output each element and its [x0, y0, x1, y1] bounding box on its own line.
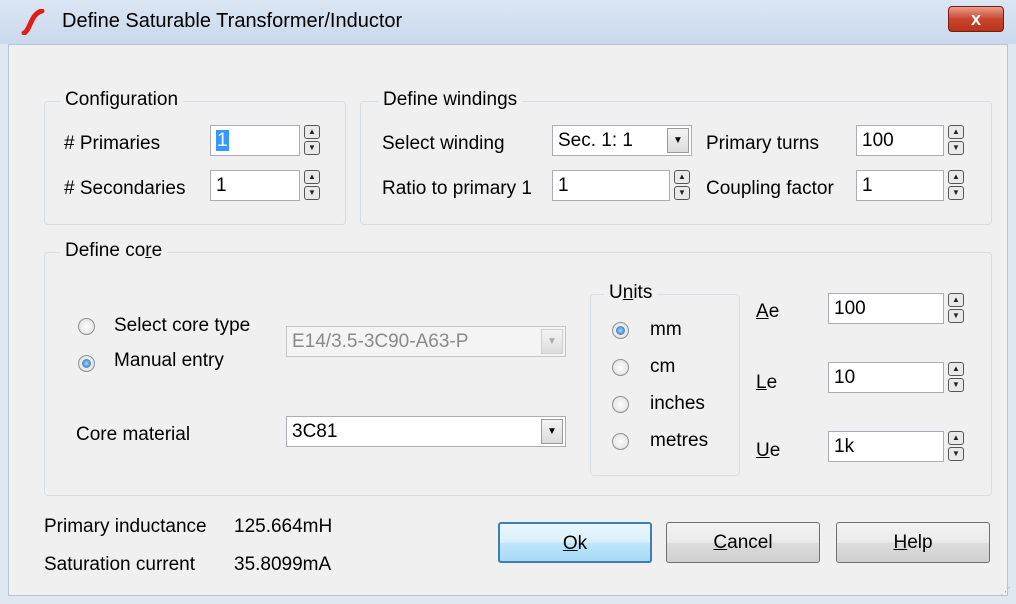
coupling-input[interactable]: 1: [856, 170, 944, 201]
spin-up-icon[interactable]: ▲: [948, 293, 964, 307]
ue-input[interactable]: 1k: [828, 431, 944, 462]
inductance-label: Primary inductance: [44, 516, 207, 537]
units-inches-label: inches: [650, 393, 705, 414]
core-material-label: Core material: [76, 424, 191, 445]
spin-down-icon[interactable]: ▼: [948, 447, 964, 461]
units-cm-radio[interactable]: [612, 359, 629, 376]
select-core-type-label: Select core type: [114, 315, 251, 336]
primary-turns-spinner[interactable]: ▲ ▼: [948, 125, 964, 155]
secondaries-label: # Secondaries: [64, 178, 186, 199]
title-bar[interactable]: Define Saturable Transformer/Inductor x: [0, 0, 1016, 44]
units-metres-label: metres: [650, 430, 709, 451]
resize-grip-icon[interactable]: ⋰: [1000, 585, 1011, 598]
chevron-down-icon[interactable]: ▼: [541, 419, 563, 444]
spin-down-icon[interactable]: ▼: [948, 378, 964, 392]
select-core-type-radio[interactable]: [78, 318, 95, 335]
window-title: Define Saturable Transformer/Inductor: [62, 10, 403, 32]
select-winding-value: Sec. 1: 1: [558, 130, 633, 151]
saturation-label: Saturation current: [44, 554, 196, 575]
close-button[interactable]: x: [948, 6, 1004, 32]
le-label: Le: [756, 372, 778, 393]
select-winding-dropdown[interactable]: Sec. 1: 1 ▼: [552, 125, 692, 156]
cancel-button[interactable]: Cancel: [666, 522, 820, 563]
configuration-group: [44, 101, 346, 225]
close-icon: x: [970, 9, 981, 29]
primary-turns-input[interactable]: 100: [856, 125, 944, 156]
manual-entry-label: Manual entry: [114, 350, 224, 371]
select-winding-label: Select winding: [382, 133, 505, 154]
spin-down-icon[interactable]: ▼: [304, 141, 320, 155]
saturation-value: 35.8099mA: [234, 554, 332, 575]
units-cm-label: cm: [650, 356, 676, 377]
simetrix-logo-icon: [21, 9, 45, 35]
core-type-dropdown: E14/3.5-3C90-A63-P ▼: [286, 326, 566, 357]
le-input[interactable]: 10: [828, 362, 944, 393]
ae-spinner[interactable]: ▲ ▼: [948, 293, 964, 323]
spin-down-icon[interactable]: ▼: [948, 141, 964, 155]
units-mm-label: mm: [650, 319, 682, 340]
spin-down-icon[interactable]: ▼: [674, 186, 690, 200]
spin-down-icon[interactable]: ▼: [304, 186, 320, 200]
chevron-down-icon[interactable]: ▼: [667, 128, 689, 153]
secondaries-input[interactable]: 1: [210, 170, 300, 201]
core-material-value: 3C81: [292, 421, 338, 442]
le-spinner[interactable]: ▲ ▼: [948, 362, 964, 392]
ae-input[interactable]: 100: [828, 293, 944, 324]
core-material-dropdown[interactable]: 3C81 ▼: [286, 416, 566, 447]
configuration-legend: Configuration: [60, 89, 184, 111]
units-mm-radio[interactable]: [612, 322, 629, 339]
units-inches-radio[interactable]: [612, 396, 629, 413]
help-button[interactable]: Help: [836, 522, 990, 563]
spin-down-icon[interactable]: ▼: [948, 186, 964, 200]
coupling-spinner[interactable]: ▲ ▼: [948, 170, 964, 200]
spin-up-icon[interactable]: ▲: [674, 170, 690, 184]
windings-group: [360, 101, 992, 225]
secondaries-spinner[interactable]: ▲ ▼: [304, 170, 320, 200]
manual-entry-radio[interactable]: [78, 355, 95, 372]
spin-up-icon[interactable]: ▲: [948, 431, 964, 445]
primaries-spinner[interactable]: ▲ ▼: [304, 125, 320, 155]
spin-up-icon[interactable]: ▲: [948, 170, 964, 184]
spin-up-icon[interactable]: ▲: [948, 125, 964, 139]
primaries-input[interactable]: 1: [210, 125, 300, 156]
ratio-label: Ratio to primary 1: [382, 178, 532, 199]
spin-up-icon[interactable]: ▲: [304, 170, 320, 184]
ratio-input[interactable]: 1: [552, 170, 670, 201]
spin-up-icon[interactable]: ▲: [304, 125, 320, 139]
primary-turns-label: Primary turns: [706, 133, 819, 154]
primaries-label: # Primaries: [64, 133, 161, 154]
ue-label: Ue: [756, 440, 781, 461]
core-legend: Define core: [60, 240, 168, 262]
spin-up-icon[interactable]: ▲: [948, 362, 964, 376]
inductance-value: 125.664mH: [234, 516, 333, 537]
ae-label: Ae: [756, 301, 780, 322]
coupling-label: Coupling factor: [706, 178, 834, 199]
units-legend: Units: [604, 282, 658, 304]
chevron-down-icon: ▼: [541, 329, 563, 354]
core-type-value: E14/3.5-3C90-A63-P: [292, 331, 469, 352]
windings-legend: Define windings: [378, 89, 523, 111]
ok-button[interactable]: Ok: [498, 522, 652, 563]
units-metres-radio[interactable]: [612, 433, 629, 450]
primaries-value: 1: [216, 130, 229, 151]
ratio-spinner[interactable]: ▲ ▼: [674, 170, 690, 200]
ue-spinner[interactable]: ▲ ▼: [948, 431, 964, 461]
spin-down-icon[interactable]: ▼: [948, 309, 964, 323]
